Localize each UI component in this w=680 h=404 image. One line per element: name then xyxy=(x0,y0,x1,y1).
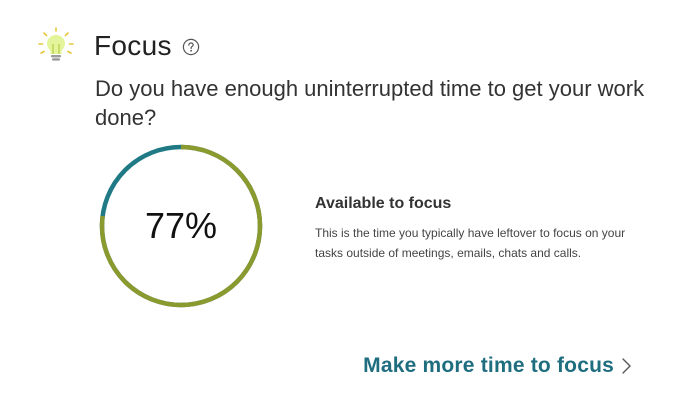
focus-question: Do you have enough uninterrupted time to… xyxy=(95,76,645,130)
card-title: Focus xyxy=(94,30,172,61)
make-more-time-link[interactable]: Make more time to focus xyxy=(363,354,632,378)
cta-label: Make more time to focus xyxy=(363,354,614,377)
focus-card: Focus Do you have enough uninterrupted t… xyxy=(0,0,680,404)
lightbulb-icon xyxy=(38,27,74,61)
chevron-right-icon xyxy=(622,358,631,374)
card-header: Focus xyxy=(94,28,200,64)
question-circle-icon[interactable] xyxy=(182,38,200,56)
info-heading: Available to focus xyxy=(315,195,452,212)
focus-info: Available to focus This is the time you … xyxy=(315,193,645,263)
focus-percentage: 77% xyxy=(144,205,218,246)
info-description: This is the time you typically have left… xyxy=(315,226,626,260)
